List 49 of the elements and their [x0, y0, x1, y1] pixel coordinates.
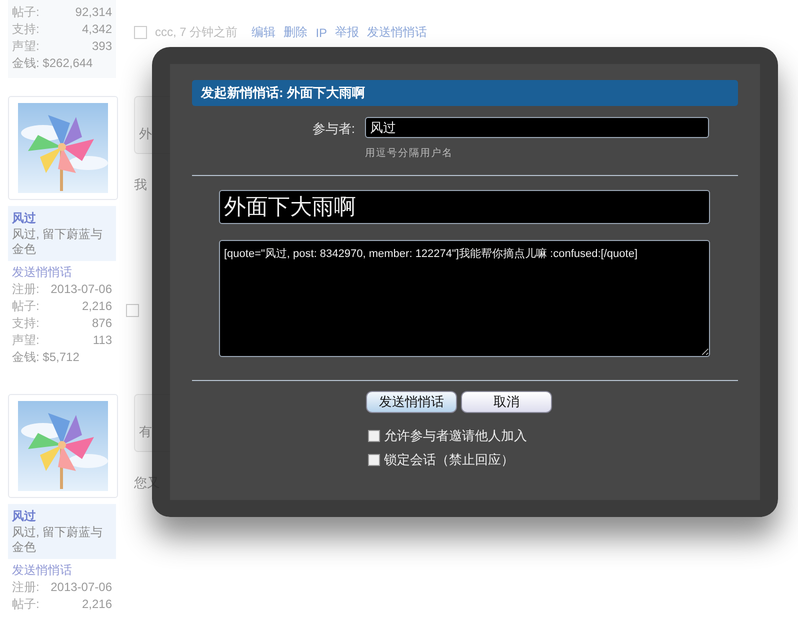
option-label: 允许参与者邀请他人加入: [384, 427, 527, 445]
cancel-button[interactable]: 取消: [461, 391, 552, 413]
send-message-link[interactable]: 发送悄悄话: [12, 562, 112, 579]
user-title: 风过, 留下蔚蓝与金色: [12, 525, 104, 555]
stat-value: 876: [92, 315, 112, 332]
stat-value: 92,314: [75, 4, 112, 21]
dialog-title: 发起新悄悄话: 外面下大雨啊: [192, 80, 738, 106]
participants-hint: 用逗号分隔用户名: [365, 146, 454, 160]
stat-value: 4,342: [82, 21, 112, 38]
post-action-link[interactable]: 编辑: [252, 24, 276, 41]
participants-label: 参与者:: [311, 120, 355, 138]
post-action-link[interactable]: 发送悄悄话: [367, 24, 428, 41]
stat-label: 声望:: [12, 38, 40, 55]
post-action-link[interactable]: 举报: [335, 24, 360, 41]
option-checkbox[interactable]: [368, 430, 380, 442]
stat-label: 声望:: [12, 332, 40, 349]
user-title: 风过, 留下蔚蓝与金色: [12, 227, 104, 257]
message-field[interactable]: [quote="风过, post: 8342970, member: 122274"]我能帮你摘点儿嘛 :confused:[/quote]: [219, 240, 710, 357]
send-message-link[interactable]: 发送悄悄话: [12, 264, 112, 281]
select-checkbox[interactable]: [134, 26, 147, 39]
stat-value: 2,216: [82, 596, 112, 613]
send-button[interactable]: 发送悄悄话: [366, 391, 457, 413]
stat-label: 支持:: [12, 21, 40, 38]
username-link[interactable]: 风过: [12, 210, 112, 227]
stat-label: 帖子:: [12, 4, 40, 21]
select-checkbox[interactable]: [126, 304, 139, 317]
option-checkbox[interactable]: [368, 454, 380, 466]
stat-value: 2013-07-06: [50, 579, 112, 596]
post-meta: ccc, 7 分钟之前: [155, 24, 238, 41]
stat-value: 113: [92, 332, 112, 349]
stat-label: 帖子:: [12, 596, 40, 613]
post-message: 我: [134, 176, 148, 194]
quote-text: 有: [139, 423, 152, 441]
stat-label: 支持:: [12, 315, 40, 332]
subject-field[interactable]: 外面下大雨啊: [219, 190, 710, 224]
stat-value: 2013-07-06: [50, 281, 112, 298]
stat-label: 注册:: [12, 579, 40, 596]
participants-field[interactable]: 风过: [365, 117, 709, 138]
quote-text: 外: [139, 125, 152, 143]
stat-value: 393: [92, 38, 112, 55]
stat-value: 2,216: [82, 298, 112, 315]
stat-label: 帖子:: [12, 298, 40, 315]
money-stat: 金钱: $5,712: [12, 349, 80, 366]
option-label: 锁定会话（禁止回应）: [384, 451, 514, 469]
stat-label: 注册:: [12, 281, 40, 298]
money-stat: 金钱: $262,644: [12, 55, 93, 72]
username-link[interactable]: 风过: [12, 508, 112, 525]
post-action-link[interactable]: IP: [316, 26, 328, 40]
post-action-link[interactable]: 删除: [284, 24, 308, 41]
